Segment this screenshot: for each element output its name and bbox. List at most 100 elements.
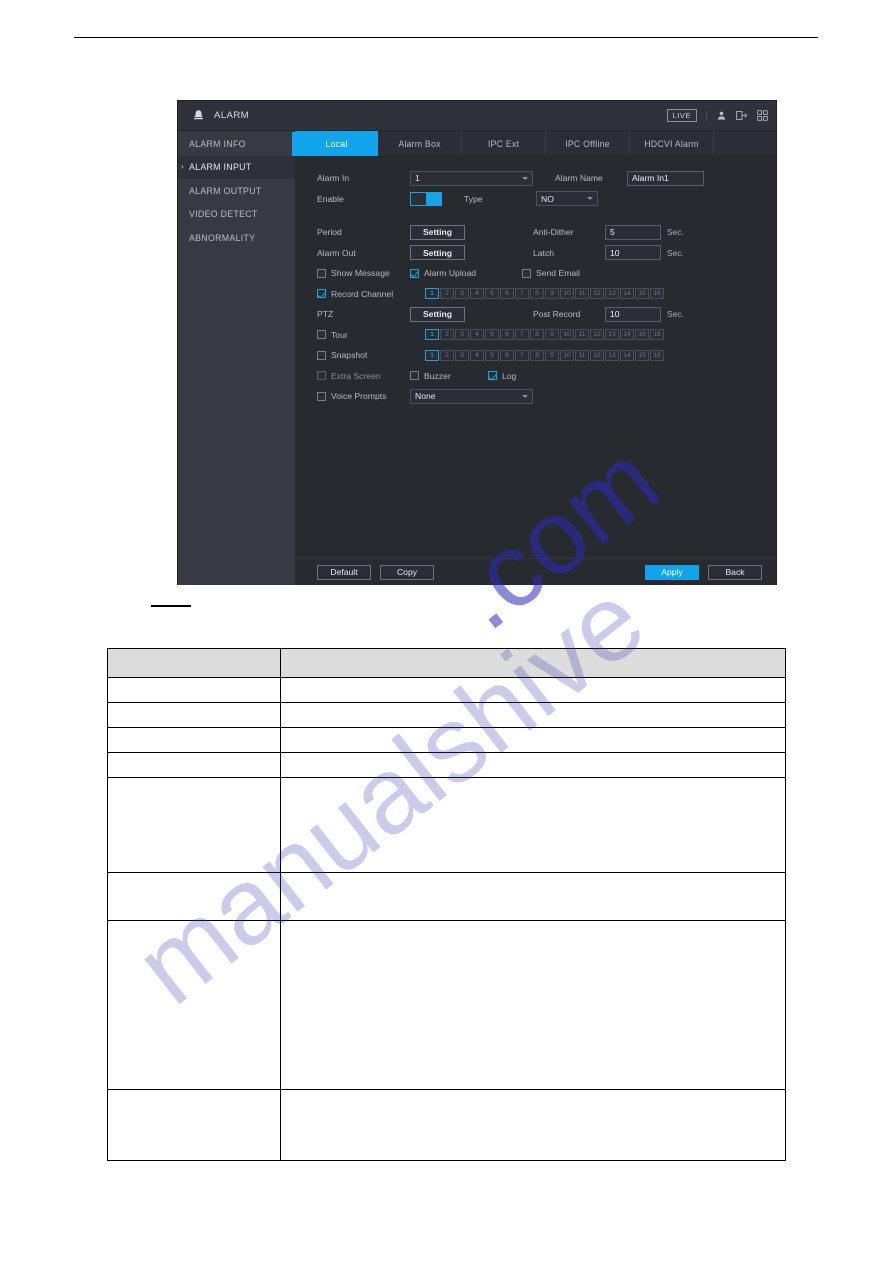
channel-chip-5[interactable]: 5 — [485, 349, 499, 361]
channel-chip-11[interactable]: 11 — [575, 349, 589, 361]
alarm-name-input[interactable]: Alarm In1 — [627, 170, 704, 186]
channel-chip-4[interactable]: 4 — [470, 349, 484, 361]
channel-chip-1[interactable]: 1 — [425, 329, 439, 341]
channel-chip-9[interactable]: 9 — [545, 329, 559, 341]
sidebar: ALARM INFO › ALARM INPUT ALARM OUTPUT VI… — [178, 131, 295, 585]
channel-chip-4[interactable]: 4 — [470, 329, 484, 341]
sidebar-item-alarm-output[interactable]: ALARM OUTPUT — [178, 179, 295, 203]
channel-chip-11[interactable]: 11 — [575, 288, 589, 300]
channel-chip-6[interactable]: 6 — [500, 288, 514, 300]
window-title: ALARM — [214, 110, 250, 121]
chevron-down-icon — [522, 394, 528, 398]
channel-chip-10[interactable]: 10 — [560, 349, 574, 361]
channel-chip-8[interactable]: 8 — [530, 288, 544, 300]
channel-chip-1[interactable]: 1 — [425, 288, 439, 300]
sidebar-item-label: ALARM INFO — [189, 138, 246, 149]
send-email-label: Send Email — [536, 268, 580, 279]
channel-chip-10[interactable]: 10 — [560, 329, 574, 341]
channel-chip-14[interactable]: 14 — [620, 288, 634, 300]
post-record-input[interactable]: 10 — [605, 306, 661, 322]
channel-chip-3[interactable]: 3 — [455, 349, 469, 361]
grid-icon[interactable] — [757, 110, 768, 121]
extra-screen-checkbox[interactable]: Extra Screen — [317, 371, 410, 381]
channel-chip-7[interactable]: 7 — [515, 288, 529, 300]
type-value: NO — [541, 193, 554, 204]
channel-chip-13[interactable]: 13 — [605, 349, 619, 361]
sidebar-item-alarm-input[interactable]: › ALARM INPUT — [178, 155, 295, 179]
period-setting-button[interactable]: Setting — [410, 224, 465, 240]
channel-chip-4[interactable]: 4 — [470, 288, 484, 300]
channel-chip-10[interactable]: 10 — [560, 288, 574, 300]
voice-prompts-select[interactable]: None — [410, 388, 533, 404]
log-checkbox[interactable]: Log — [488, 371, 516, 381]
channel-chip-9[interactable]: 9 — [545, 288, 559, 300]
channel-chip-5[interactable]: 5 — [485, 288, 499, 300]
copy-button[interactable]: Copy — [380, 564, 434, 580]
channel-chip-13[interactable]: 13 — [605, 329, 619, 341]
sidebar-item-alarm-info[interactable]: ALARM INFO — [178, 132, 295, 156]
channel-chip-12[interactable]: 12 — [590, 349, 604, 361]
sidebar-item-video-detect[interactable]: VIDEO DETECT — [178, 203, 295, 227]
default-button[interactable]: Default — [317, 564, 371, 580]
buzzer-checkbox[interactable]: Buzzer — [410, 371, 488, 381]
send-email-checkbox[interactable]: Send Email — [522, 268, 580, 278]
channel-chip-8[interactable]: 8 — [530, 349, 544, 361]
user-icon[interactable] — [716, 110, 727, 121]
channel-chip-5[interactable]: 5 — [485, 329, 499, 341]
live-badge[interactable]: LIVE — [666, 109, 697, 122]
record-channel-checkbox[interactable]: Record Channel — [317, 289, 425, 299]
tab-ipc-offline[interactable]: IPC Offline — [546, 131, 630, 156]
type-select[interactable]: NO — [536, 191, 598, 207]
action-bar: Default Copy Apply Back — [295, 558, 776, 585]
ptz-setting-button[interactable]: Setting — [410, 306, 465, 322]
channel-chip-11[interactable]: 11 — [575, 329, 589, 341]
alarm-upload-checkbox[interactable]: Alarm Upload — [410, 268, 522, 278]
chevron-right-icon: › — [181, 162, 184, 172]
channel-chip-16[interactable]: 16 — [650, 329, 664, 341]
channel-chip-8[interactable]: 8 — [530, 329, 544, 341]
channel-chip-14[interactable]: 14 — [620, 349, 634, 361]
snapshot-checkbox[interactable]: Snapshot — [317, 350, 425, 360]
channel-chip-7[interactable]: 7 — [515, 349, 529, 361]
row-extra-screen: Extra Screen Buzzer Log — [295, 366, 776, 387]
voice-prompts-checkbox[interactable]: Voice Prompts — [317, 391, 410, 401]
channel-chip-6[interactable]: 6 — [500, 329, 514, 341]
alarm-out-setting-button[interactable]: Setting — [410, 245, 465, 261]
latch-input[interactable]: 10 — [605, 245, 661, 261]
back-button[interactable]: Back — [708, 564, 762, 580]
channel-chip-2[interactable]: 2 — [440, 288, 454, 300]
tab-local[interactable]: Local — [295, 131, 378, 156]
show-message-checkbox[interactable]: Show Message — [317, 268, 410, 278]
row-tour: Tour 1 2 3 4 5 6 7 8 9 10 11 12 13 14 15 16 — [295, 325, 776, 346]
channel-chip-12[interactable]: 12 — [590, 329, 604, 341]
channel-chip-16[interactable]: 16 — [650, 288, 664, 300]
snapshot-channel-strip: 1 2 3 4 5 6 7 8 9 10 11 12 13 14 15 16 — [425, 349, 664, 361]
enable-toggle[interactable] — [410, 191, 442, 206]
channel-chip-2[interactable]: 2 — [440, 329, 454, 341]
anti-dither-input[interactable]: 5 — [605, 224, 661, 240]
channel-chip-15[interactable]: 15 — [635, 329, 649, 341]
channel-chip-9[interactable]: 9 — [545, 349, 559, 361]
tab-alarm-box[interactable]: Alarm Box — [378, 131, 462, 156]
tab-ipc-ext[interactable]: IPC Ext — [462, 131, 546, 156]
tab-hdcvi-alarm[interactable]: HDCVI Alarm — [630, 131, 714, 156]
channel-chip-3[interactable]: 3 — [455, 288, 469, 300]
channel-chip-15[interactable]: 15 — [635, 288, 649, 300]
channel-chip-15[interactable]: 15 — [635, 349, 649, 361]
apply-button[interactable]: Apply — [645, 564, 699, 580]
channel-chip-2[interactable]: 2 — [440, 349, 454, 361]
tour-checkbox[interactable]: Tour — [317, 330, 425, 340]
channel-chip-13[interactable]: 13 — [605, 288, 619, 300]
sidebar-item-abnormality[interactable]: ABNORMALITY — [178, 226, 295, 250]
channel-chip-14[interactable]: 14 — [620, 329, 634, 341]
logout-icon[interactable] — [736, 110, 748, 121]
channel-chip-12[interactable]: 12 — [590, 288, 604, 300]
tour-label: Tour — [331, 329, 348, 340]
channel-chip-7[interactable]: 7 — [515, 329, 529, 341]
table-row — [107, 1089, 786, 1161]
channel-chip-1[interactable]: 1 — [425, 349, 439, 361]
channel-chip-3[interactable]: 3 — [455, 329, 469, 341]
alarm-in-select[interactable]: 1 — [410, 170, 533, 186]
channel-chip-16[interactable]: 16 — [650, 349, 664, 361]
channel-chip-6[interactable]: 6 — [500, 349, 514, 361]
